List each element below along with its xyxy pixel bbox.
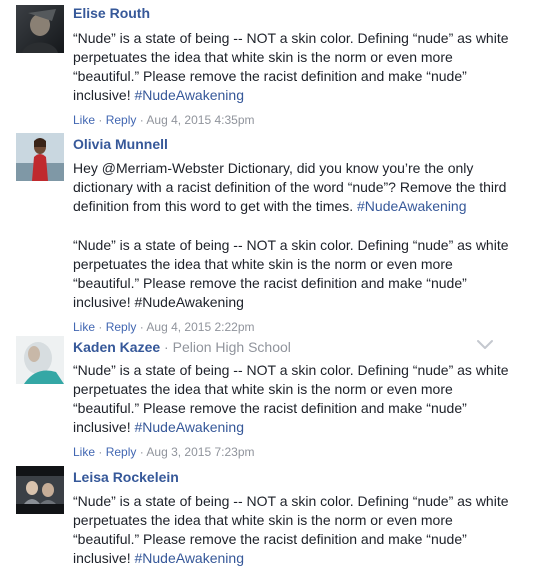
like-link[interactable]: Like [73, 320, 95, 334]
reply-link[interactable]: Reply [106, 445, 137, 459]
avatar[interactable] [16, 336, 64, 384]
reply-link[interactable]: Reply [106, 320, 137, 334]
author-name[interactable]: Kaden Kazee [73, 339, 160, 355]
like-link[interactable]: Like [73, 113, 95, 127]
comment-text: “Nude” is a state of being -- NOT a skin… [73, 362, 509, 435]
timestamp[interactable]: Aug 4, 2015 4:35pm [146, 113, 254, 127]
author-affiliation[interactable]: Pelion High School [173, 339, 291, 355]
comment-text: “Nude” is a state of being -- NOT a skin… [73, 30, 509, 103]
comment-text: “Nude” is a state of being -- NOT a skin… [73, 237, 509, 310]
avatar[interactable] [16, 466, 64, 514]
comment-meta: Like · Reply · Aug 3, 2015 7:23pm [73, 445, 255, 459]
timestamp[interactable]: Aug 3, 2015 7:23pm [146, 445, 254, 459]
chevron-down-icon[interactable] [476, 339, 494, 353]
comment-text: “Nude” is a state of being -- NOT a skin… [73, 493, 509, 566]
hashtag-link[interactable]: #NudeAwakening [357, 198, 467, 214]
author-name[interactable]: Leisa Rockelein [73, 469, 179, 485]
hashtag-link[interactable]: #NudeAwakening [134, 87, 244, 103]
comment-meta: Like · Reply · Aug 4, 2015 4:35pm [73, 113, 255, 127]
comment-text: Hey @Merriam-Webster Dictionary, did you… [73, 160, 507, 214]
comment-meta: Like · Reply · Aug 4, 2015 2:22pm [73, 320, 255, 334]
avatar[interactable] [16, 133, 64, 181]
like-link[interactable]: Like [73, 445, 95, 459]
avatar[interactable] [16, 5, 64, 53]
hashtag-link[interactable]: #NudeAwakening [134, 550, 244, 566]
author-name[interactable]: Olivia Munnell [73, 136, 168, 152]
reply-link[interactable]: Reply [106, 113, 137, 127]
hashtag-link[interactable]: #NudeAwakening [134, 419, 244, 435]
timestamp[interactable]: Aug 4, 2015 2:22pm [146, 320, 254, 334]
author-name[interactable]: Elise Routh [73, 5, 150, 21]
